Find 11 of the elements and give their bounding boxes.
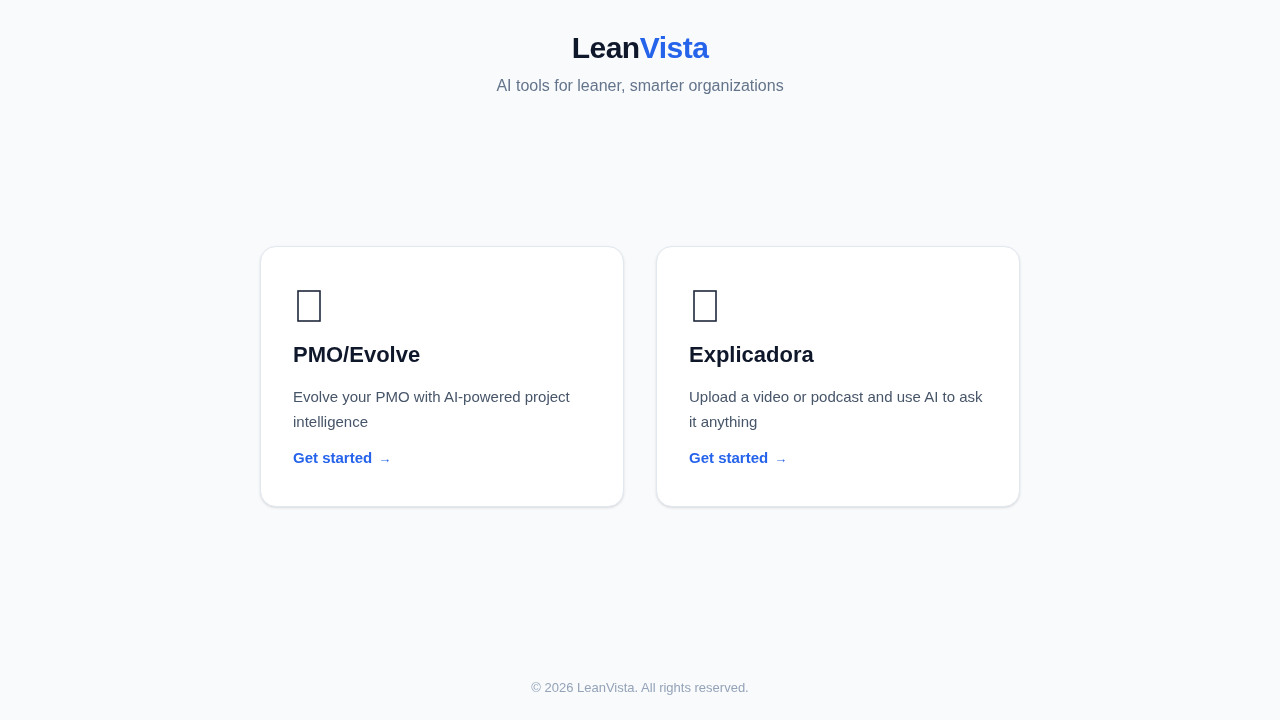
get-started-link[interactable]: Get started → [689, 447, 788, 469]
site-logo: LeanVista [571, 30, 709, 66]
card-title: Explicadora [689, 340, 814, 369]
card-title: PMO/Evolve [293, 340, 421, 369]
get-started-link[interactable]: Get started → [293, 447, 392, 469]
card-description: Upload a video or podcast and use AI to ask it anything [689, 386, 984, 432]
copyright-text: © 2026 LeanVista. All rights reserved. [531, 679, 749, 697]
glyph-box-icon [297, 289, 321, 322]
glyph-box-icon [693, 289, 717, 322]
card-description: Evolve your PMO with AI-powered project intelligence [293, 386, 571, 432]
tagline: AI tools for leaner, smarter organizations [496, 76, 784, 96]
